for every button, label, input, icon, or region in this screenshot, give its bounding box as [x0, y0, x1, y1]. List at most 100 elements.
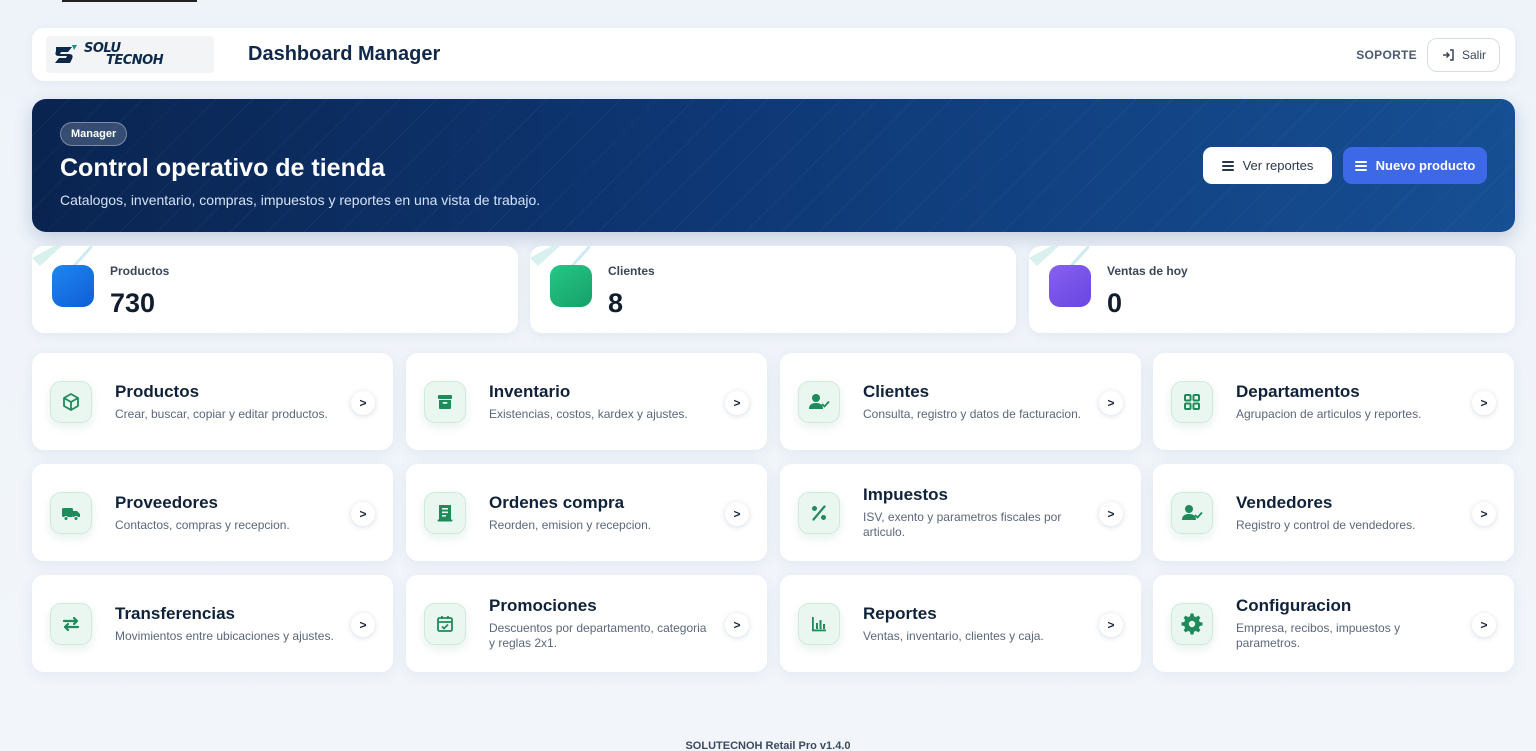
view-reports-button[interactable]: Ver reportes — [1203, 147, 1332, 184]
stat-card-products: Productos 730 — [32, 246, 518, 333]
truck-icon — [50, 492, 92, 534]
hero-subtitle: Catalogos, inventario, compras, impuesto… — [60, 192, 541, 208]
module-card-productos[interactable]: Productos Crear, buscar, copiar y editar… — [32, 353, 393, 450]
receipt-icon — [424, 492, 466, 534]
chevron-right-icon[interactable]: > — [1099, 391, 1123, 415]
card-title: Clientes — [863, 381, 930, 401]
hero-banner: Manager Control operativo de tienda Cata… — [32, 99, 1515, 232]
sales-stat-icon — [1049, 265, 1091, 307]
decorative-stripe — [32, 246, 92, 266]
new-product-button[interactable]: Nuevo producto — [1343, 147, 1487, 184]
support-link[interactable]: SOPORTE — [1356, 48, 1417, 62]
card-text: Configuracion Empresa, recibos, impuesto… — [1236, 575, 1456, 672]
hero-title: Control operativo de tienda — [60, 154, 386, 182]
top-edge-line — [62, 0, 197, 2]
logo-mark-icon — [55, 44, 77, 63]
list-icon — [1221, 160, 1234, 171]
chevron-right-icon[interactable]: > — [725, 391, 749, 415]
card-title: Departamentos — [1236, 381, 1360, 401]
module-card-proveedores[interactable]: Proveedores Contactos, compras y recepci… — [32, 464, 393, 561]
products-stat-icon — [52, 265, 94, 307]
percent-icon — [798, 492, 840, 534]
logout-button[interactable]: Salir — [1426, 37, 1500, 72]
archive-icon — [424, 381, 466, 423]
card-title: Vendedores — [1236, 492, 1333, 512]
card-description: Descuentos por departamento, categoria y… — [489, 621, 707, 650]
card-text: Impuestos ISV, exento y parametros fisca… — [863, 464, 1083, 561]
company-logo[interactable]: SOLU TECNOH — [46, 36, 214, 73]
top-header: SOLU TECNOH Dashboard Manager SOPORTE Sa… — [32, 28, 1515, 81]
card-text: Clientes Consulta, registro y datos de f… — [863, 353, 1083, 450]
stat-value: 8 — [608, 288, 624, 318]
bar-chart-icon — [798, 603, 840, 645]
module-card-configuracion[interactable]: Configuracion Empresa, recibos, impuesto… — [1153, 575, 1514, 672]
header-actions: SOPORTE Salir — [1356, 37, 1500, 72]
card-description: Registro y control de vendedores. — [1236, 517, 1416, 532]
chevron-right-icon[interactable]: > — [351, 502, 375, 526]
module-card-reportes[interactable]: Reportes Ventas, inventario, clientes y … — [780, 575, 1141, 672]
card-title: Reportes — [863, 603, 937, 623]
card-description: ISV, exento y parametros fiscales por ar… — [863, 510, 1062, 539]
stat-label: Ventas de hoy — [1107, 264, 1188, 278]
chevron-right-icon[interactable]: > — [1472, 613, 1496, 637]
logo-text-line2: TECNOH — [106, 52, 164, 68]
card-text: Inventario Existencias, costos, kardex y… — [489, 353, 709, 450]
card-description: Crear, buscar, copiar y editar productos… — [115, 406, 328, 421]
stat-card-clients: Clientes 8 — [530, 246, 1016, 333]
card-title: Ordenes compra — [489, 492, 625, 512]
module-card-promociones[interactable]: Promociones Descuentos por departamento,… — [406, 575, 767, 672]
chevron-right-icon[interactable]: > — [1099, 613, 1123, 637]
chevron-right-icon[interactable]: > — [1472, 391, 1496, 415]
stat-card-sales-today: Ventas de hoy 0 — [1029, 246, 1515, 333]
stat-label: Clientes — [608, 264, 655, 278]
role-badge: Manager — [60, 122, 128, 146]
module-card-departamentos[interactable]: Departamentos Agrupacion de articulos y … — [1153, 353, 1514, 450]
card-description: Reorden, emision y recepcion. — [489, 517, 652, 532]
page-title: Dashboard Manager — [248, 43, 441, 65]
card-text: Proveedores Contactos, compras y recepci… — [115, 464, 335, 561]
module-card-inventario[interactable]: Inventario Existencias, costos, kardex y… — [406, 353, 767, 450]
module-card-ordenes-compra[interactable]: Ordenes compra Reorden, emision y recepc… — [406, 464, 767, 561]
stat-label: Productos — [110, 264, 170, 278]
card-title: Transferencias — [115, 603, 236, 623]
stat-value: 0 — [1107, 288, 1123, 318]
card-text: Departamentos Agrupacion de articulos y … — [1236, 353, 1456, 450]
chevron-right-icon[interactable]: > — [351, 391, 375, 415]
card-description: Empresa, recibos, impuestos y parametros… — [1236, 621, 1401, 650]
card-description: Contactos, compras y recepcion. — [115, 517, 290, 532]
card-text: Promociones Descuentos por departamento,… — [489, 575, 709, 672]
card-title: Proveedores — [115, 492, 218, 512]
module-card-vendedores[interactable]: Vendedores Registro y control de vendedo… — [1153, 464, 1514, 561]
card-description: Agrupacion de articulos y reportes. — [1236, 406, 1422, 421]
card-text: Transferencias Movimientos entre ubicaci… — [115, 575, 335, 672]
chevron-right-icon[interactable]: > — [1472, 502, 1496, 526]
module-card-clientes[interactable]: Clientes Consulta, registro y datos de f… — [780, 353, 1141, 450]
decorative-stripe — [530, 246, 590, 266]
chevron-right-icon[interactable]: > — [351, 613, 375, 637]
logout-label: Salir — [1461, 47, 1486, 62]
box-icon — [50, 381, 92, 423]
card-title: Configuracion — [1236, 596, 1352, 615]
card-description: Consulta, registro y datos de facturacio… — [863, 406, 1082, 421]
module-card-impuestos[interactable]: Impuestos ISV, exento y parametros fisca… — [780, 464, 1141, 561]
stat-value: 730 — [110, 288, 156, 318]
card-text: Vendedores Registro y control de vendedo… — [1236, 464, 1456, 561]
list-icon — [1354, 160, 1367, 171]
card-text: Reportes Ventas, inventario, clientes y … — [863, 575, 1083, 672]
card-description: Ventas, inventario, clientes y caja. — [863, 628, 1044, 643]
view-reports-label: Ver reportes — [1242, 158, 1314, 173]
swap-icon — [50, 603, 92, 645]
card-title: Productos — [115, 381, 200, 401]
card-text: Ordenes compra Reorden, emision y recepc… — [489, 464, 709, 561]
chevron-right-icon[interactable]: > — [1099, 502, 1123, 526]
new-product-label: Nuevo producto — [1375, 158, 1476, 173]
user-check-icon — [1171, 492, 1213, 534]
chevron-right-icon[interactable]: > — [725, 613, 749, 637]
logo-text: SOLU TECNOH — [84, 42, 164, 68]
module-card-transferencias[interactable]: Transferencias Movimientos entre ubicaci… — [32, 575, 393, 672]
sign-out-icon — [1442, 48, 1454, 61]
card-title: Impuestos — [863, 485, 949, 504]
calendar-check-icon — [424, 603, 466, 645]
chevron-right-icon[interactable]: > — [725, 502, 749, 526]
grid-icon — [1171, 381, 1213, 423]
